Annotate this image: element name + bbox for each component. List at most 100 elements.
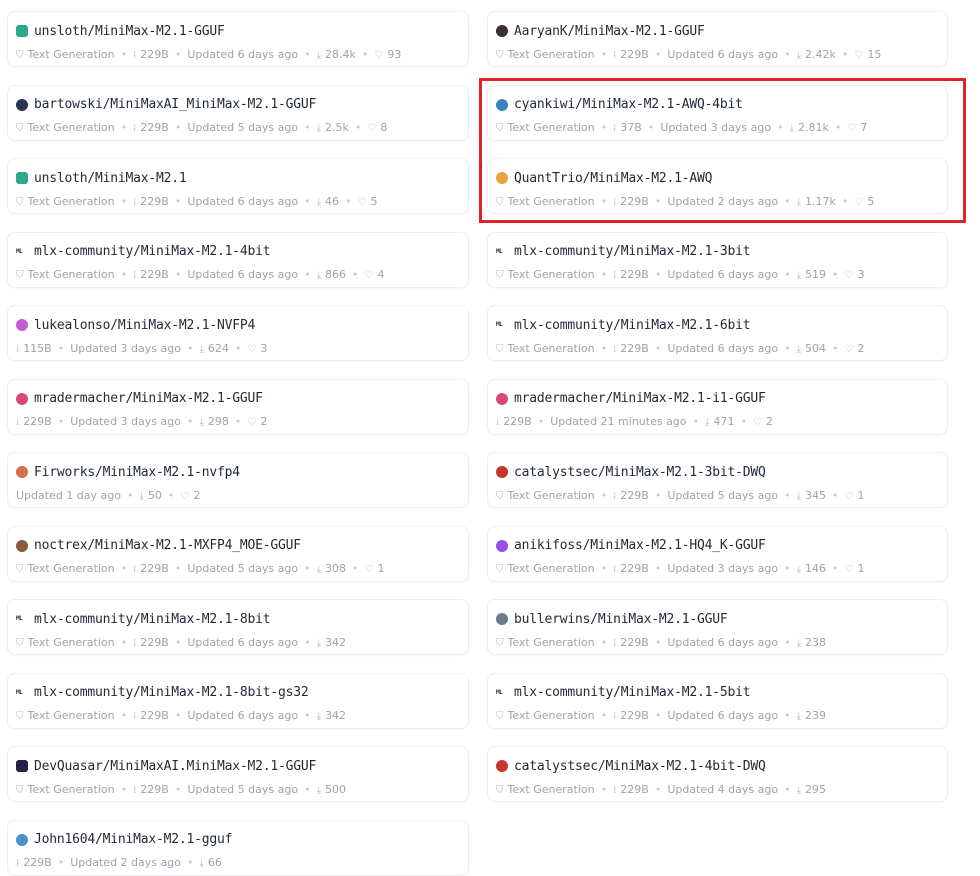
- downloads-group: ⤓ 308: [317, 562, 346, 575]
- download-icon: ⤓: [199, 343, 204, 355]
- model-card[interactable]: mradermacher/MiniMax-M2.1-GGUF ⁞ 229B • Upda…: [7, 378, 469, 435]
- model-name-link[interactable]: catalystsec/MiniMax-M2.1-3bit-DWQ: [514, 465, 766, 480]
- model-card[interactable]: anikifoss/MiniMax-M2.1-HQ4_K-GGUF ⛉ Text G…: [487, 525, 948, 582]
- model-meta: ⛉ Text Generation • ⁞ 229B • Updated 5 days ag…: [16, 781, 460, 797]
- updated-time: Updated 3 days ago: [667, 562, 779, 575]
- download-icon: ⤓: [316, 196, 321, 208]
- model-card[interactable]: noctrex/MiniMax-M2.1-MXFP4_MOE-GGUF ⛉ Text…: [7, 525, 469, 582]
- meta-separator: •: [304, 709, 311, 722]
- download-icon: ⤓: [796, 784, 801, 796]
- parameters-icon: ⁞: [133, 123, 137, 134]
- size-group: ⁞ 229B: [613, 636, 649, 649]
- download-icon: ⤓: [796, 637, 801, 649]
- heart-icon: ♡: [374, 49, 384, 61]
- size-group: ⁞ 229B: [496, 415, 532, 428]
- task-group: ⛉ Text Generation: [496, 636, 595, 649]
- task-label: Text Generation: [27, 709, 115, 722]
- tag-icon: ⛉: [16, 564, 24, 575]
- heart-icon: ♡: [854, 49, 864, 61]
- task-label: Text Generation: [27, 121, 115, 134]
- like-count: 2: [765, 415, 773, 428]
- meta-separator: •: [832, 562, 839, 575]
- meta-separator: •: [304, 194, 311, 208]
- model-name-link[interactable]: bullerwins/MiniMax-M2.1-GGUF: [514, 612, 728, 627]
- model-card[interactable]: catalystsec/MiniMax-M2.1-3bit-DWQ ⛉ Text G…: [487, 452, 948, 508]
- size-group: ⁞ 229B: [133, 121, 169, 134]
- download-count: 342: [325, 635, 346, 649]
- model-card[interactable]: ML mlx-community/MiniMax-M2.1-8bit-gs32 ⛉ T…: [7, 672, 469, 729]
- size-group: ⁞ 229B: [16, 856, 52, 869]
- likes-group: ♡ 3: [247, 342, 267, 355]
- model-title-row: unsloth/MiniMax-M2.1-GGUF: [16, 21, 460, 41]
- meta-separator: •: [784, 562, 791, 575]
- meta-separator: •: [537, 415, 545, 428]
- model-title-row: bullerwins/MiniMax-M2.1-GGUF: [496, 609, 939, 629]
- model-name-link[interactable]: noctrex/MiniMax-M2.1-MXFP4_MOE-GGUF: [34, 538, 301, 553]
- model-name-link[interactable]: mlx-community/MiniMax-M2.1-5bit: [514, 685, 751, 700]
- task-group: ⛉ Text Generation: [16, 783, 115, 796]
- model-name-link[interactable]: anikifoss/MiniMax-M2.1-HQ4_K-GGUF: [514, 538, 766, 553]
- model-name-link[interactable]: mlx-community/MiniMax-M2.1-4bit: [34, 244, 271, 259]
- download-count: 500: [325, 782, 346, 796]
- param-size: 229B: [620, 47, 649, 61]
- model-card[interactable]: ML mlx-community/MiniMax-M2.1-3bit ⛉ Text G…: [487, 231, 948, 288]
- model-name-link[interactable]: John1604/MiniMax-M2.1-gguf: [34, 832, 232, 847]
- param-size: 115B: [23, 341, 52, 355]
- model-card[interactable]: ML mlx-community/MiniMax-M2.1-5bit ⛉ Text G…: [487, 672, 948, 729]
- model-name-link[interactable]: mradermacher/MiniMax-M2.1-i1-GGUF: [514, 391, 766, 406]
- model-card[interactable]: bartowski/MiniMaxAI_MiniMax-M2.1-GGUF ⛉ Te…: [7, 84, 469, 141]
- model-name-link[interactable]: unsloth/MiniMax-M2.1-GGUF: [34, 24, 225, 39]
- model-card[interactable]: DevQuasar/MiniMaxAI.MiniMax-M2.1-GGUF ⛉ Te…: [7, 746, 469, 802]
- model-name-link[interactable]: AaryanK/MiniMax-M2.1-GGUF: [514, 24, 705, 39]
- model-card[interactable]: bullerwins/MiniMax-M2.1-GGUF ⛉ Text Genera…: [487, 599, 948, 655]
- model-name-link[interactable]: mlx-community/MiniMax-M2.1-8bit: [34, 612, 271, 627]
- model-card[interactable]: Firworks/MiniMax-M2.1-nvfp4 Updated 1 day…: [7, 452, 469, 508]
- param-size: 229B: [620, 782, 649, 796]
- avatar: ML: [16, 615, 23, 622]
- model-name-link[interactable]: catalystsec/MiniMax-M2.1-4bit-DWQ: [514, 759, 766, 774]
- model-name-link[interactable]: DevQuasar/MiniMaxAI.MiniMax-M2.1-GGUF: [34, 759, 316, 774]
- updated-time: Updated 4 days ago: [667, 782, 779, 796]
- size-group: ⁞ 229B: [133, 268, 169, 281]
- model-card[interactable]: mradermacher/MiniMax-M2.1-i1-GGUF ⁞ 229B • U…: [487, 378, 948, 435]
- avatar: [496, 392, 508, 405]
- meta-separator: •: [186, 415, 194, 428]
- model-card[interactable]: ML mlx-community/MiniMax-M2.1-8bit ⛉ Text G…: [7, 599, 469, 655]
- download-icon: ⤓: [199, 417, 204, 428]
- model-card[interactable]: AaryanK/MiniMax-M2.1-GGUF ⛉ Text Generatio…: [487, 11, 948, 67]
- meta-separator: •: [832, 341, 839, 355]
- parameters-icon: ⁞: [613, 564, 617, 575]
- heart-icon: ♡: [844, 490, 854, 502]
- model-card[interactable]: unsloth/MiniMax-M2.1-GGUF ⛉ Text Generatio…: [7, 11, 469, 67]
- avatar: [496, 466, 508, 478]
- download-icon: ⤓: [316, 637, 321, 649]
- model-card[interactable]: unsloth/MiniMax-M2.1 ⛉ Text Generation • ⁞ 22…: [7, 158, 469, 214]
- download-count: 28.4k: [325, 47, 356, 61]
- downloads-group: ⤓ 28.4k: [317, 48, 356, 61]
- meta-separator: •: [600, 47, 608, 61]
- model-card[interactable]: John1604/MiniMax-M2.1-gguf ⁞ 229B • Updated …: [7, 819, 469, 876]
- parameters-icon: ⁞: [16, 343, 20, 355]
- avatar: [16, 319, 28, 331]
- meta-separator: •: [654, 47, 662, 61]
- model-card[interactable]: ML mlx-community/MiniMax-M2.1-6bit ⛉ Text G…: [487, 305, 948, 361]
- model-name-link[interactable]: lukealonso/MiniMax-M2.1-NVFP4: [34, 318, 255, 333]
- updated-time: Updated 5 days ago: [187, 562, 299, 575]
- model-card[interactable]: lukealonso/MiniMax-M2.1-NVFP4 ⁞ 115B • Updat…: [7, 305, 469, 361]
- model-name-link[interactable]: mlx-community/MiniMax-M2.1-6bit: [514, 318, 751, 333]
- model-card[interactable]: ML mlx-community/MiniMax-M2.1-4bit ⛉ Text G…: [7, 231, 469, 288]
- model-name-link[interactable]: bartowski/MiniMaxAI_MiniMax-M2.1-GGUF: [34, 97, 316, 112]
- task-group: ⛉ Text Generation: [496, 783, 595, 796]
- size-group: ⁞ 229B: [133, 48, 169, 61]
- param-size: 229B: [140, 562, 169, 575]
- meta-separator: •: [120, 194, 128, 208]
- model-name-link[interactable]: mlx-community/MiniMax-M2.1-3bit: [514, 244, 751, 259]
- model-name-link[interactable]: unsloth/MiniMax-M2.1: [34, 171, 187, 186]
- meta-separator: •: [740, 415, 747, 428]
- model-name-link[interactable]: mradermacher/MiniMax-M2.1-GGUF: [34, 391, 263, 406]
- model-name-link[interactable]: mlx-community/MiniMax-M2.1-8bit-gs32: [34, 685, 309, 700]
- model-name-link[interactable]: Firworks/MiniMax-M2.1-nvfp4: [34, 465, 240, 480]
- tag-icon: ⛉: [16, 49, 24, 61]
- model-card[interactable]: catalystsec/MiniMax-M2.1-4bit-DWQ ⛉ Text G…: [487, 746, 948, 802]
- like-count: 4: [377, 268, 385, 281]
